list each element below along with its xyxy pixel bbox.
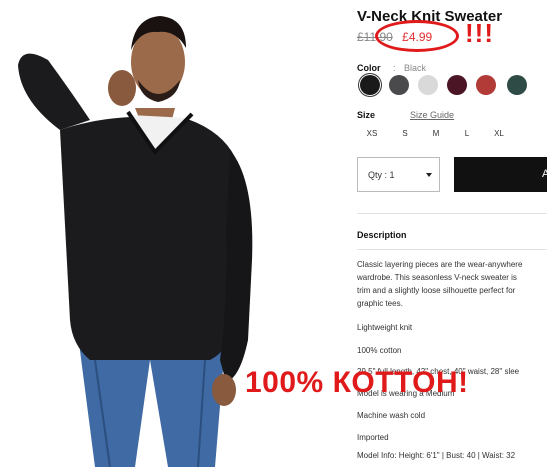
swatch-black[interactable] bbox=[360, 75, 380, 95]
detail-line: Machine wash cold bbox=[357, 411, 426, 420]
color-separator: : bbox=[393, 63, 396, 73]
size-option-xl[interactable]: XL bbox=[487, 129, 511, 138]
original-price: £11.90 bbox=[357, 30, 393, 44]
color-row: Color : Black bbox=[357, 63, 426, 73]
description-line: Classic layering pieces are the wear-any… bbox=[357, 260, 523, 269]
size-option-xs[interactable]: XS bbox=[360, 129, 384, 138]
cotton-annotation: 100% КОТТОН! bbox=[245, 366, 469, 399]
divider bbox=[357, 213, 547, 214]
description-line: graphic tees. bbox=[357, 299, 403, 308]
detail-line: Model Info: Height: 6'1" | Bust: 40 | Wa… bbox=[357, 451, 516, 460]
swatch-light-grey[interactable] bbox=[418, 75, 438, 95]
color-label: Color bbox=[357, 63, 381, 73]
size-option-l[interactable]: L bbox=[455, 129, 479, 138]
detail-line: 100% cotton bbox=[357, 346, 402, 355]
detail-line: Lightweight knit bbox=[357, 323, 413, 332]
size-option-s[interactable]: S bbox=[393, 129, 417, 138]
size-guide-link[interactable]: Size Guide bbox=[410, 110, 454, 120]
sale-price: £4.99 bbox=[402, 30, 433, 44]
size-option-m[interactable]: M bbox=[424, 129, 448, 138]
caret-down-icon bbox=[426, 173, 432, 177]
exclamation-annotation: !!! bbox=[465, 18, 494, 48]
description-heading: Description bbox=[357, 230, 407, 240]
quantity-select[interactable]: Qty : 1 bbox=[357, 157, 440, 192]
add-to-bag-label: A bbox=[542, 168, 547, 180]
detail-line: Imported bbox=[357, 433, 389, 442]
quantity-value: Qty : 1 bbox=[368, 170, 395, 180]
swatch-red[interactable] bbox=[476, 75, 496, 95]
add-to-bag-button[interactable]: A bbox=[454, 157, 547, 192]
swatch-charcoal[interactable] bbox=[389, 75, 409, 95]
divider bbox=[357, 249, 547, 250]
swatch-dark-green[interactable] bbox=[507, 75, 527, 95]
swatch-burgundy[interactable] bbox=[447, 75, 467, 95]
description-line: trim and a slightly loose silhouette per… bbox=[357, 286, 516, 295]
description-line: wardrobe. This seasonless V-neck sweater… bbox=[357, 273, 517, 282]
color-value: Black bbox=[404, 63, 427, 73]
size-label: Size bbox=[357, 110, 376, 120]
price-row: £11.90 £4.99 bbox=[357, 30, 432, 44]
